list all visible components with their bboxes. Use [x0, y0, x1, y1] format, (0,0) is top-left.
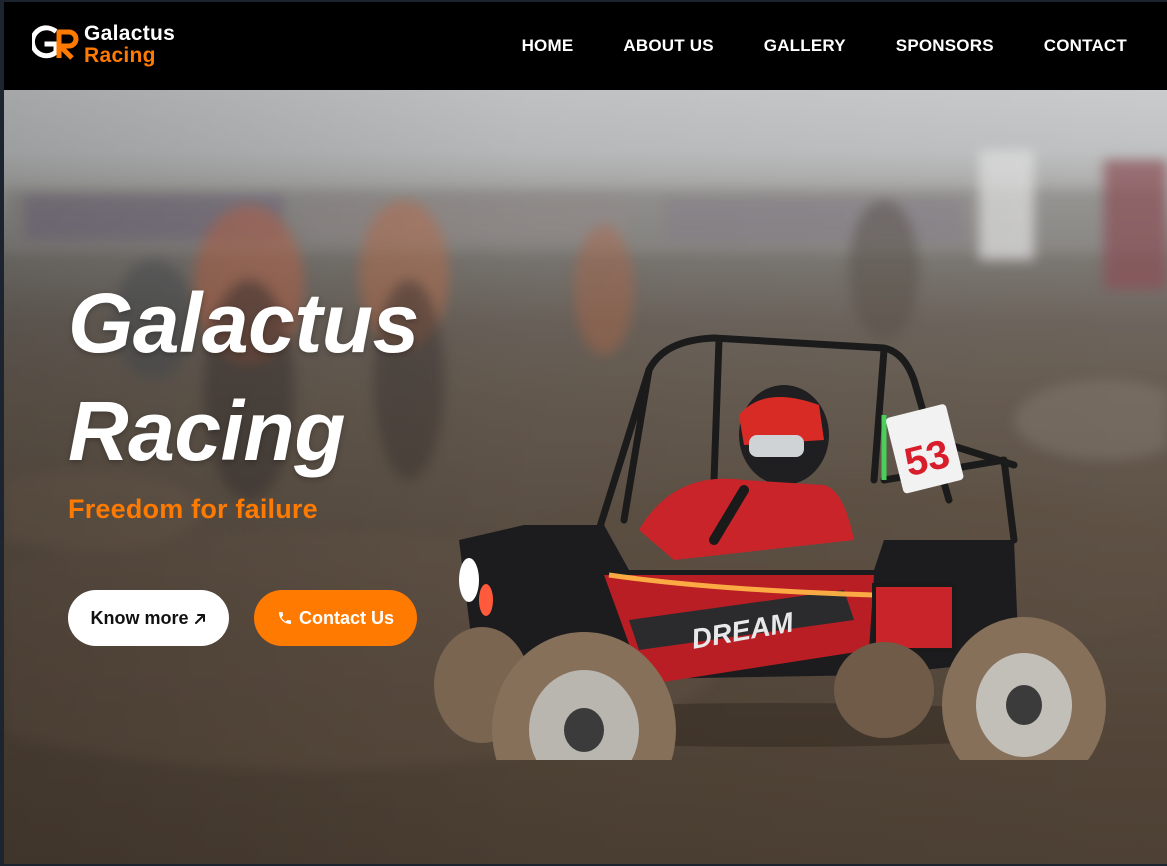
brand-name: Galactus Racing — [84, 23, 175, 66]
hero-title-line2: Racing — [68, 383, 346, 478]
contact-us-label: Contact Us — [298, 607, 394, 628]
phone-icon — [278, 612, 291, 624]
hero-title-line1: Galactus — [68, 276, 419, 370]
gr-logo-icon — [32, 25, 79, 60]
navbar: Galactus Racing HOME ABOUT US GALLERY SP… — [4, 2, 1167, 90]
page: Galactus Racing HOME ABOUT US GALLERY SP… — [4, 2, 1167, 864]
know-more-label: Know more — [90, 607, 189, 628]
nav-gallery[interactable]: GALLERY — [764, 36, 846, 56]
contact-us-button[interactable]: Contact Us — [254, 590, 417, 646]
nav-about-us[interactable]: ABOUT US — [623, 36, 713, 56]
brand-logo[interactable]: Galactus Racing — [32, 22, 175, 66]
brand-name-line1: Galactus — [84, 21, 176, 45]
hero-title: Galactus Racing — [68, 270, 419, 485]
atv-buggy-image: 53 DREAM — [434, 334, 1106, 760]
know-more-button[interactable]: Know more — [68, 590, 229, 646]
main-nav: HOME ABOUT US GALLERY SPONSORS CONTACT — [522, 2, 1127, 90]
arrow-up-right-icon — [194, 613, 205, 624]
nav-sponsors[interactable]: SPONSORS — [896, 36, 994, 56]
nav-home[interactable]: HOME — [522, 36, 574, 56]
nav-contact[interactable]: CONTACT — [1044, 36, 1127, 56]
brand-name-line2: Racing — [84, 43, 156, 67]
hero-tagline: Freedom for failure — [68, 494, 318, 524]
hero-section: 53 DREAM Galactus Racing Freedom for fai… — [4, 90, 1167, 864]
